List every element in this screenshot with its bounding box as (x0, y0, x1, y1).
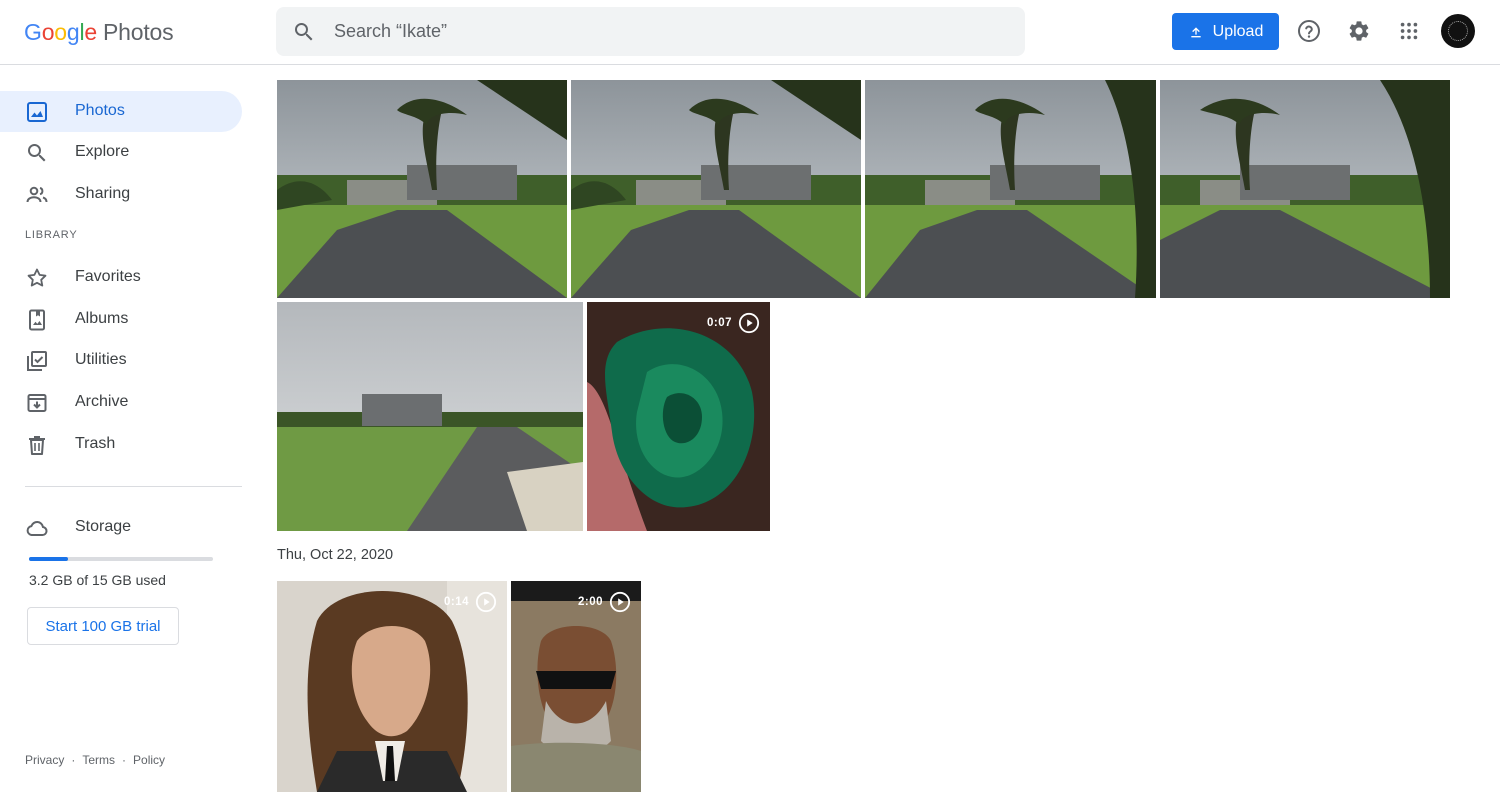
settings-icon[interactable] (1346, 18, 1372, 44)
search-icon[interactable] (292, 20, 316, 44)
photo-thumbnail[interactable] (865, 80, 1156, 298)
sidebar-item-label: Archive (75, 393, 129, 410)
video-thumbnail[interactable]: 0:07 (587, 302, 770, 531)
product-name: Photos (103, 18, 174, 45)
sidebar-item-label: Utilities (75, 351, 127, 368)
sidebar-item-photos[interactable]: Photos (0, 91, 242, 132)
policy-link[interactable]: Policy (133, 753, 165, 767)
top-app-bar: Google Photos Upload (0, 0, 1500, 65)
cloud-icon (26, 521, 48, 537)
upload-label: Upload (1212, 22, 1264, 40)
upload-button[interactable]: Upload (1172, 13, 1279, 50)
sidebar-footer: Privacy · Terms · Policy (25, 753, 166, 767)
sidebar-divider (25, 486, 242, 487)
play-circle-icon (609, 591, 631, 613)
star-icon (27, 268, 47, 287)
sidebar-item-utilities[interactable]: Utilities (0, 340, 242, 381)
play-circle-icon (475, 591, 497, 613)
photo-thumbnail[interactable] (1160, 80, 1450, 298)
archive-icon (27, 394, 47, 412)
video-duration: 0:14 (443, 596, 469, 608)
sidebar-item-label: Trash (75, 435, 116, 452)
photo-thumbnail[interactable] (277, 302, 583, 531)
trash-icon (29, 436, 45, 455)
sidebar-item-label: Albums (75, 310, 129, 327)
account-avatar[interactable] (1441, 14, 1475, 48)
sidebar-item-trash[interactable]: Trash (0, 424, 242, 465)
video-thumbnail[interactable]: 0:14 (277, 581, 507, 792)
video-duration-overlay: 2:00 (578, 591, 631, 613)
video-duration: 0:07 (706, 317, 732, 329)
photo-thumbnail[interactable] (277, 80, 567, 298)
upload-icon (1190, 26, 1201, 37)
play-circle-icon (738, 312, 760, 334)
storage-progress-fill (29, 557, 69, 561)
video-duration-overlay: 0:14 (444, 591, 497, 613)
video-duration-overlay: 0:07 (707, 312, 760, 334)
storage-progress-bar (29, 557, 213, 561)
sidebar-item-label: Favorites (75, 268, 141, 285)
help-icon[interactable] (1296, 18, 1322, 44)
apps-icon[interactable] (1396, 18, 1422, 44)
video-thumbnail[interactable]: 2:00 (511, 581, 641, 792)
search-bar[interactable] (276, 7, 1025, 56)
sidebar-item-explore[interactable]: Explore (0, 132, 242, 173)
start-trial-button[interactable]: Start 100 GB trial (27, 607, 179, 645)
storage-usage-text: 3.2 GB of 15 GB used (29, 572, 166, 588)
people-icon (26, 186, 48, 203)
google-photos-logo[interactable]: Google Photos (24, 16, 174, 48)
sidebar-item-storage[interactable]: Storage (0, 507, 242, 548)
sidebar-item-favorites[interactable]: Favorites (0, 257, 242, 298)
library-section-label: LIBRARY (25, 229, 78, 241)
video-duration: 2:00 (577, 596, 603, 608)
sidebar-item-albums[interactable]: Albums (0, 299, 242, 340)
search-input[interactable] (334, 21, 934, 42)
sidebar-item-label: Explore (75, 143, 130, 160)
album-icon (29, 309, 45, 331)
terms-link[interactable]: Terms (82, 753, 115, 767)
search-icon (28, 144, 46, 162)
privacy-link[interactable]: Privacy (25, 753, 64, 767)
sidebar-item-label: Sharing (75, 185, 131, 202)
sidebar-item-archive[interactable]: Archive (0, 382, 242, 423)
date-header[interactable]: Thu, Oct 22, 2020 (277, 547, 393, 563)
sidebar-item-label: Photos (75, 102, 125, 119)
utilities-icon (27, 351, 47, 371)
photo-icon (27, 102, 47, 122)
sidebar-item-label: Storage (75, 518, 132, 535)
sidebar-item-sharing[interactable]: Sharing (0, 174, 242, 215)
photo-thumbnail[interactable] (571, 80, 861, 298)
